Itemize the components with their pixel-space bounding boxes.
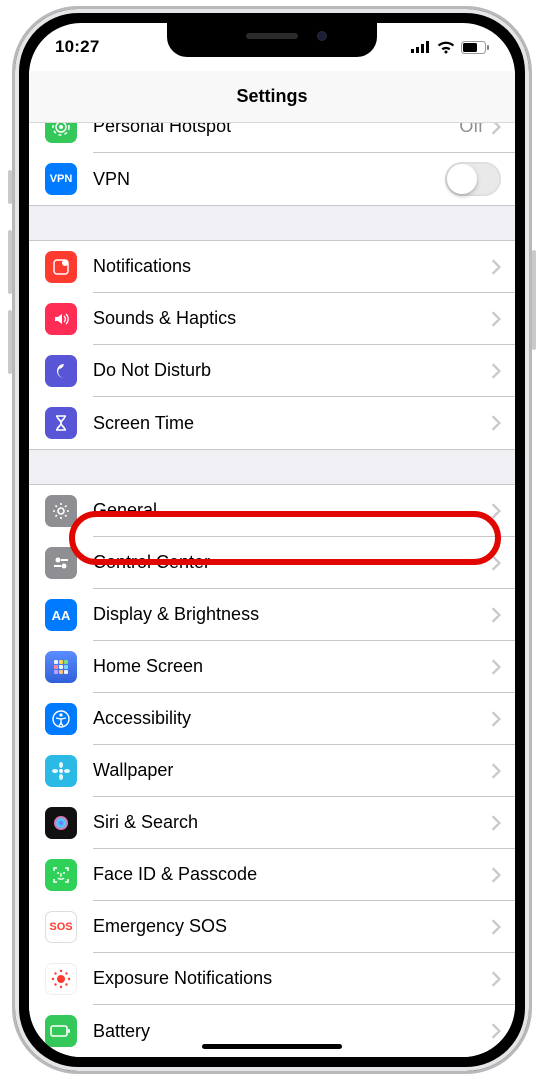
- siri-label: Siri & Search: [93, 812, 483, 833]
- row-home-screen[interactable]: Home Screen: [29, 641, 515, 693]
- faceid-label: Face ID & Passcode: [93, 864, 483, 885]
- chevron-icon: [491, 503, 501, 519]
- chevron-icon: [491, 867, 501, 883]
- home-indicator[interactable]: [202, 1044, 342, 1049]
- moon-icon: [45, 355, 77, 387]
- sounds-label: Sounds & Haptics: [93, 308, 483, 329]
- chevron-icon: [491, 607, 501, 623]
- wallpaper-label: Wallpaper: [93, 760, 483, 781]
- gear-icon: [45, 495, 77, 527]
- hotspot-detail: Off: [459, 123, 483, 137]
- dnd-label: Do Not Disturb: [93, 360, 483, 381]
- vpn-toggle[interactable]: [445, 162, 501, 196]
- settings-list[interactable]: Personal Hotspot Off VPN VPN: [29, 123, 515, 1057]
- row-dnd[interactable]: Do Not Disturb: [29, 345, 515, 397]
- row-sounds[interactable]: Sounds & Haptics: [29, 293, 515, 345]
- exposure-icon: [45, 963, 77, 995]
- chevron-icon: [491, 123, 501, 135]
- screentime-label: Screen Time: [93, 413, 483, 434]
- sos-icon: SOS: [45, 911, 77, 943]
- general-label: General: [93, 500, 483, 521]
- section-general: General Control Center AA: [29, 484, 515, 1057]
- display-label: Display & Brightness: [93, 604, 483, 625]
- row-sos[interactable]: SOS Emergency SOS: [29, 901, 515, 953]
- chevron-icon: [491, 659, 501, 675]
- status-time: 10:27: [55, 37, 99, 57]
- chevron-icon: [491, 259, 501, 275]
- row-control-center[interactable]: Control Center: [29, 537, 515, 589]
- row-notifications[interactable]: Notifications: [29, 241, 515, 293]
- row-battery[interactable]: Battery: [29, 1005, 515, 1057]
- flower-icon: [45, 755, 77, 787]
- exposure-label: Exposure Notifications: [93, 968, 483, 989]
- homescreen-label: Home Screen: [93, 656, 483, 677]
- row-display[interactable]: AA Display & Brightness: [29, 589, 515, 641]
- row-screen-time[interactable]: Screen Time: [29, 397, 515, 449]
- faceid-icon: [45, 859, 77, 891]
- cellular-icon: [411, 41, 431, 53]
- row-wallpaper[interactable]: Wallpaper: [29, 745, 515, 797]
- battery-icon: [461, 41, 489, 54]
- sliders-icon: [45, 547, 77, 579]
- chevron-icon: [491, 919, 501, 935]
- chevron-icon: [491, 363, 501, 379]
- notch: [167, 23, 377, 57]
- device-frame: 10:27 Settings: [12, 6, 532, 1074]
- sos-label: Emergency SOS: [93, 916, 483, 937]
- power-button: [532, 250, 536, 350]
- row-personal-hotspot[interactable]: Personal Hotspot Off: [29, 123, 515, 153]
- siri-icon: [45, 807, 77, 839]
- battery-label: Battery: [93, 1021, 483, 1042]
- sounds-icon: [45, 303, 77, 335]
- battery-row-icon: [45, 1015, 77, 1047]
- textsize-icon: AA: [45, 599, 77, 631]
- grid-icon: [45, 651, 77, 683]
- hotspot-label: Personal Hotspot: [93, 123, 451, 137]
- accessibility-icon: [45, 703, 77, 735]
- wifi-icon: [437, 41, 455, 54]
- controlcenter-label: Control Center: [93, 552, 483, 573]
- page-title: Settings: [236, 86, 307, 107]
- chevron-icon: [491, 311, 501, 327]
- hourglass-icon: [45, 407, 77, 439]
- vpn-label: VPN: [93, 169, 437, 190]
- row-accessibility[interactable]: Accessibility: [29, 693, 515, 745]
- nav-header: Settings: [29, 71, 515, 123]
- vpn-icon: VPN: [45, 163, 77, 195]
- chevron-icon: [491, 971, 501, 987]
- row-faceid[interactable]: Face ID & Passcode: [29, 849, 515, 901]
- chevron-icon: [491, 711, 501, 727]
- chevron-icon: [491, 555, 501, 571]
- chevron-icon: [491, 1023, 501, 1039]
- row-general[interactable]: General: [29, 485, 515, 537]
- accessibility-label: Accessibility: [93, 708, 483, 729]
- section-alerts: Notifications Sounds & Haptics: [29, 240, 515, 450]
- row-exposure[interactable]: Exposure Notifications: [29, 953, 515, 1005]
- notifications-icon: [45, 251, 77, 283]
- chevron-icon: [491, 763, 501, 779]
- section-connectivity: Personal Hotspot Off VPN VPN: [29, 123, 515, 206]
- notifications-label: Notifications: [93, 256, 483, 277]
- row-siri[interactable]: Siri & Search: [29, 797, 515, 849]
- chevron-icon: [491, 415, 501, 431]
- chevron-icon: [491, 815, 501, 831]
- hotspot-icon: [45, 123, 77, 143]
- row-vpn[interactable]: VPN VPN: [29, 153, 515, 205]
